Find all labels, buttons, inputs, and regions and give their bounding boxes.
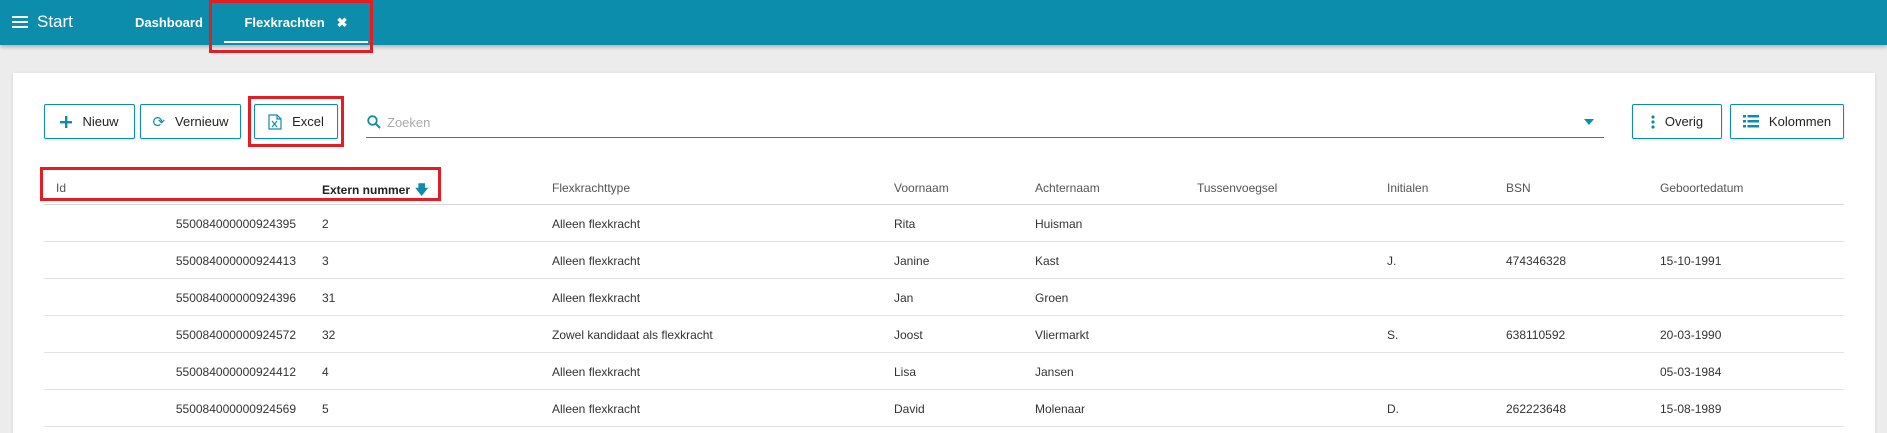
column-header-flexkrachttype[interactable]: Flexkrachttype xyxy=(552,181,630,195)
cell-type: Alleen flexkracht xyxy=(552,402,641,416)
table-row[interactable]: 550084000000924569 5 Alleen flexkracht D… xyxy=(44,390,1844,427)
column-header-tussenvoegsel[interactable]: Tussenvoegsel xyxy=(1197,181,1277,195)
cell-extern: 2 xyxy=(322,217,329,231)
column-header-extern-label: Extern nummer xyxy=(322,183,411,197)
cell-voornaam: Jan xyxy=(894,291,914,305)
cell-type: Alleen flexkracht xyxy=(552,217,641,231)
cell-id: 550084000000924396 xyxy=(175,291,296,305)
cell-voornaam: Rita xyxy=(894,217,916,231)
cell-bsn: 638110592 xyxy=(1506,328,1566,342)
cell-geboortedatum: 15-08-1989 xyxy=(1660,402,1722,416)
cell-achternaam: Groen xyxy=(1035,291,1069,305)
hamburger-menu-icon xyxy=(12,16,28,28)
table-row[interactable]: 550084000000924396 31 Alleen flexkracht … xyxy=(44,279,1844,316)
refresh-icon: ⟳ xyxy=(152,113,166,131)
cell-geboortedatum: 05-03-1984 xyxy=(1660,365,1722,379)
column-header-bsn[interactable]: BSN xyxy=(1506,181,1531,195)
excel-file-icon xyxy=(268,113,282,130)
sort-descending-arrow-icon: 🡇 xyxy=(415,182,429,197)
new-button-label: Nieuw xyxy=(82,114,119,129)
cell-extern: 31 xyxy=(322,291,336,305)
table-row[interactable]: 550084000000924412 4 Alleen flexkracht L… xyxy=(44,353,1844,390)
excel-button-label: Excel xyxy=(292,114,324,129)
column-header-achternaam[interactable]: Achternaam xyxy=(1035,181,1100,195)
start-menu-button[interactable]: Start xyxy=(12,10,73,34)
new-button[interactable]: Nieuw xyxy=(44,104,135,139)
table-row[interactable]: 550084000000924413 3 Alleen flexkracht J… xyxy=(44,242,1844,279)
cell-id: 550084000000924413 xyxy=(175,254,296,268)
tab-dashboard-label: Dashboard xyxy=(135,15,203,30)
search-icon xyxy=(367,115,381,129)
tab-dashboard[interactable]: Dashboard xyxy=(135,0,203,45)
cell-voornaam: David xyxy=(894,402,925,416)
cell-type: Alleen flexkracht xyxy=(552,291,641,305)
cell-id: 550084000000924569 xyxy=(175,402,296,416)
more-options-label: Overig xyxy=(1664,114,1704,129)
refresh-button[interactable]: ⟳ Vernieuw xyxy=(140,104,241,139)
cell-geboortedatum: 15-10-1991 xyxy=(1660,254,1722,268)
column-header-initialen[interactable]: Initialen xyxy=(1387,181,1428,195)
search-bar xyxy=(366,107,1604,138)
cell-voornaam: Lisa xyxy=(894,365,917,379)
cell-achternaam: Huisman xyxy=(1035,217,1083,231)
cell-voornaam: Janine xyxy=(894,254,930,268)
table-row[interactable]: 550084000000924572 32 Zowel kandidaat al… xyxy=(44,316,1844,353)
columns-button[interactable]: Kolommen xyxy=(1730,104,1844,139)
active-tab-indicator xyxy=(224,41,368,43)
cell-voornaam: Joost xyxy=(894,328,923,342)
chevron-down-icon[interactable] xyxy=(1584,119,1594,125)
columns-button-label: Kolommen xyxy=(1768,114,1832,129)
cell-id: 550084000000924412 xyxy=(175,365,296,379)
table-row[interactable]: 550084000000924395 2 Alleen flexkracht R… xyxy=(44,205,1844,242)
top-bar: Start Dashboard Flexkrachten ✖ xyxy=(0,0,1887,45)
cell-id: 550084000000924572 xyxy=(175,328,296,342)
list-icon xyxy=(1742,115,1759,128)
vertical-ellipsis-icon xyxy=(1651,114,1655,129)
column-header-voornaam[interactable]: Voornaam xyxy=(894,181,949,195)
cell-initialen: J. xyxy=(1387,254,1397,268)
cell-extern: 5 xyxy=(322,402,329,416)
cell-id: 550084000000924395 xyxy=(175,217,296,231)
cell-bsn: 262223648 xyxy=(1506,402,1567,416)
cell-geboortedatum: 20-03-1990 xyxy=(1660,328,1722,342)
cell-achternaam: Molenaar xyxy=(1035,402,1086,416)
cell-type: Alleen flexkracht xyxy=(552,254,641,268)
more-options-button[interactable]: Overig xyxy=(1632,104,1722,139)
excel-export-button[interactable]: Excel xyxy=(254,104,338,139)
start-label: Start xyxy=(37,12,73,31)
column-header-extern-nummer[interactable]: Extern nummer 🡇 xyxy=(322,181,428,203)
table-header: Id Extern nummer 🡇 Flexkrachttype Voornaa… xyxy=(44,171,1844,205)
cell-type: Alleen flexkracht xyxy=(552,365,641,379)
cell-initialen: S. xyxy=(1387,328,1399,342)
column-header-id[interactable]: Id xyxy=(56,181,66,195)
cell-extern: 4 xyxy=(322,365,329,379)
cell-bsn: 474346328 xyxy=(1506,254,1567,268)
column-header-geboortedatum[interactable]: Geboortedatum xyxy=(1660,181,1743,195)
cell-achternaam: Vliermarkt xyxy=(1035,328,1090,342)
refresh-button-label: Vernieuw xyxy=(175,114,229,129)
cell-type: Zowel kandidaat als flexkracht xyxy=(552,328,713,342)
cell-achternaam: Jansen xyxy=(1035,365,1074,379)
cell-extern: 3 xyxy=(322,254,329,268)
cell-extern: 32 xyxy=(322,328,336,342)
close-icon[interactable]: ✖ xyxy=(337,15,348,31)
search-input[interactable] xyxy=(387,114,1584,130)
plus-icon xyxy=(60,115,73,128)
cell-achternaam: Kast xyxy=(1035,254,1060,268)
tab-flexkrachten[interactable]: Flexkrachten ✖ xyxy=(224,0,368,45)
tab-flexkrachten-label: Flexkrachten xyxy=(244,15,325,30)
cell-initialen: D. xyxy=(1387,402,1399,416)
